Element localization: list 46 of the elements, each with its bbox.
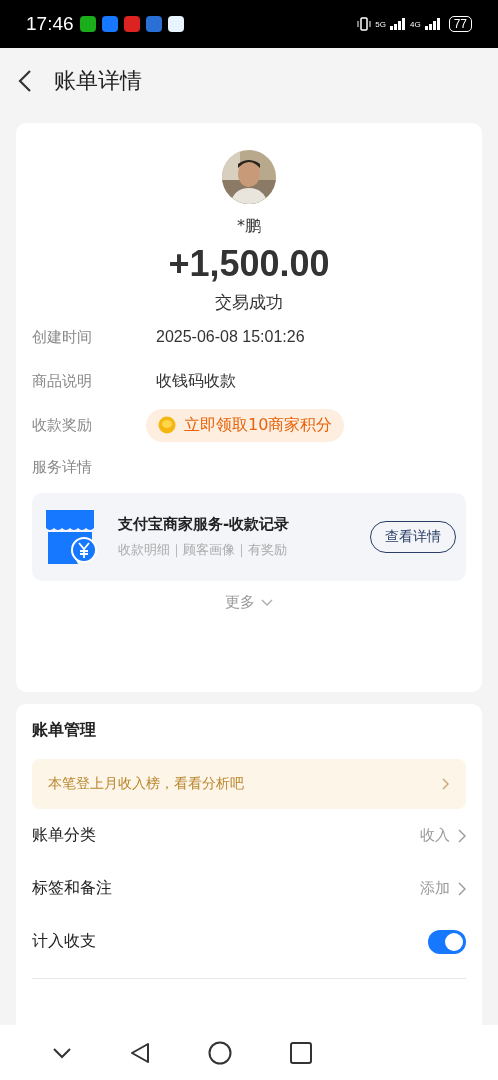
recents-icon[interactable] bbox=[290, 1041, 312, 1064]
analysis-banner[interactable]: 本笔登上月收入榜，看看分析吧 bbox=[32, 759, 466, 809]
row-value[interactable]: 添加 bbox=[420, 879, 450, 898]
chevron-right-icon bbox=[458, 881, 466, 896]
back-icon[interactable] bbox=[18, 69, 32, 93]
row-value[interactable]: 收入 bbox=[420, 826, 450, 845]
more-link[interactable]: 更多 bbox=[225, 593, 255, 612]
signal-icon bbox=[389, 18, 406, 30]
detail-label: 商品说明 bbox=[32, 371, 93, 391]
vibrate-icon bbox=[357, 17, 372, 31]
detail-label: 收款奖励 bbox=[32, 415, 93, 435]
toggle-switch[interactable] bbox=[428, 929, 466, 954]
coin-icon bbox=[158, 416, 176, 434]
row-label: 计入收支 bbox=[32, 931, 96, 952]
signal-icon bbox=[424, 18, 441, 30]
back-icon[interactable] bbox=[130, 1041, 150, 1064]
payer-name: *鹏 bbox=[237, 216, 261, 237]
detail-value: 收钱码收款 bbox=[156, 370, 236, 391]
chevron-down-icon bbox=[261, 598, 273, 607]
section-title: 账单管理 bbox=[32, 720, 97, 741]
app-icon bbox=[145, 16, 162, 32]
app-icon bbox=[167, 16, 184, 32]
app-icon bbox=[101, 16, 118, 32]
app-icon bbox=[123, 16, 140, 32]
detail-value: 2025-06-08 15:01:26 bbox=[156, 328, 305, 346]
amount: +1,500.00 bbox=[168, 243, 330, 285]
banner-text: 本笔登上月收入榜，看看分析吧 bbox=[48, 775, 244, 793]
chevron-right-icon bbox=[442, 778, 450, 790]
network-label: 5G bbox=[375, 19, 386, 29]
page-title: 账单详情 bbox=[54, 67, 142, 95]
network-label: 4G bbox=[409, 19, 421, 29]
service-subtitle: 收款明细｜顾客画像｜有奖励 bbox=[118, 542, 288, 559]
row-label: 标签和备注 bbox=[32, 878, 112, 899]
clock: 17:46 bbox=[26, 13, 74, 35]
row-label: 账单分类 bbox=[32, 825, 96, 846]
collapse-icon[interactable] bbox=[52, 1046, 72, 1059]
section-label: 服务详情 bbox=[32, 458, 93, 477]
detail-label: 创建时间 bbox=[32, 327, 93, 347]
battery-level: 77 bbox=[448, 16, 472, 32]
service-title: 支付宝商家服务-收款记录 bbox=[118, 515, 291, 534]
reward-button[interactable]: 立即领取10商家积分 bbox=[146, 408, 345, 442]
chevron-right-icon bbox=[458, 828, 466, 843]
service-card[interactable]: 支付宝商家服务-收款记录 收款明细｜顾客画像｜有奖励 查看详情 bbox=[32, 493, 466, 581]
transaction-status: 交易成功 bbox=[215, 291, 283, 314]
app-icon bbox=[79, 16, 96, 32]
home-icon[interactable] bbox=[208, 1040, 232, 1065]
